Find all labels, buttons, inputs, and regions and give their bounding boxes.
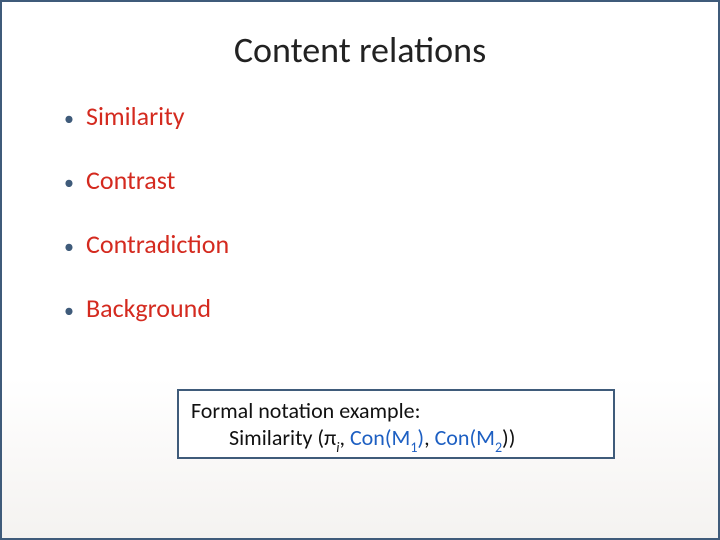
bullet-list: • Similarity • Contrast • Contradiction …	[64, 100, 718, 324]
list-item: • Background	[64, 292, 718, 324]
formal-notation-box: Formal notation example: Similarity (πi,…	[177, 389, 615, 459]
paren-open: (	[312, 424, 324, 451]
comma: ,	[424, 424, 434, 451]
bullet-icon: •	[64, 173, 86, 193]
bullet-icon: •	[64, 301, 86, 321]
list-item: • Similarity	[64, 100, 718, 132]
slide-title: Content relations	[2, 28, 718, 72]
bullet-icon: •	[64, 237, 86, 257]
comma: ,	[339, 424, 349, 451]
formal-expression: Similarity (πi, Con(M1), Con(M2))	[229, 424, 601, 454]
bullet-icon: •	[64, 109, 86, 129]
bullet-label: Contrast	[86, 164, 175, 196]
formal-fn: Similarity	[229, 424, 312, 451]
con-m1: Con(M	[350, 424, 410, 451]
pi-symbol: π	[324, 424, 336, 451]
list-item: • Contrast	[64, 164, 718, 196]
pi-subscript: i	[336, 439, 339, 456]
con-m2-sub: 2	[495, 439, 502, 456]
formal-heading: Formal notation example:	[191, 397, 601, 424]
con-m1-sub: 1	[410, 439, 417, 456]
list-item: • Contradiction	[64, 228, 718, 260]
bullet-label: Background	[86, 292, 211, 324]
slide-frame: Content relations • Similarity • Contras…	[0, 0, 720, 540]
con-m2: Con(M	[435, 424, 495, 451]
bullet-label: Contradiction	[86, 228, 229, 260]
paren-close-outer: ))	[502, 424, 515, 451]
bullet-label: Similarity	[86, 100, 185, 132]
